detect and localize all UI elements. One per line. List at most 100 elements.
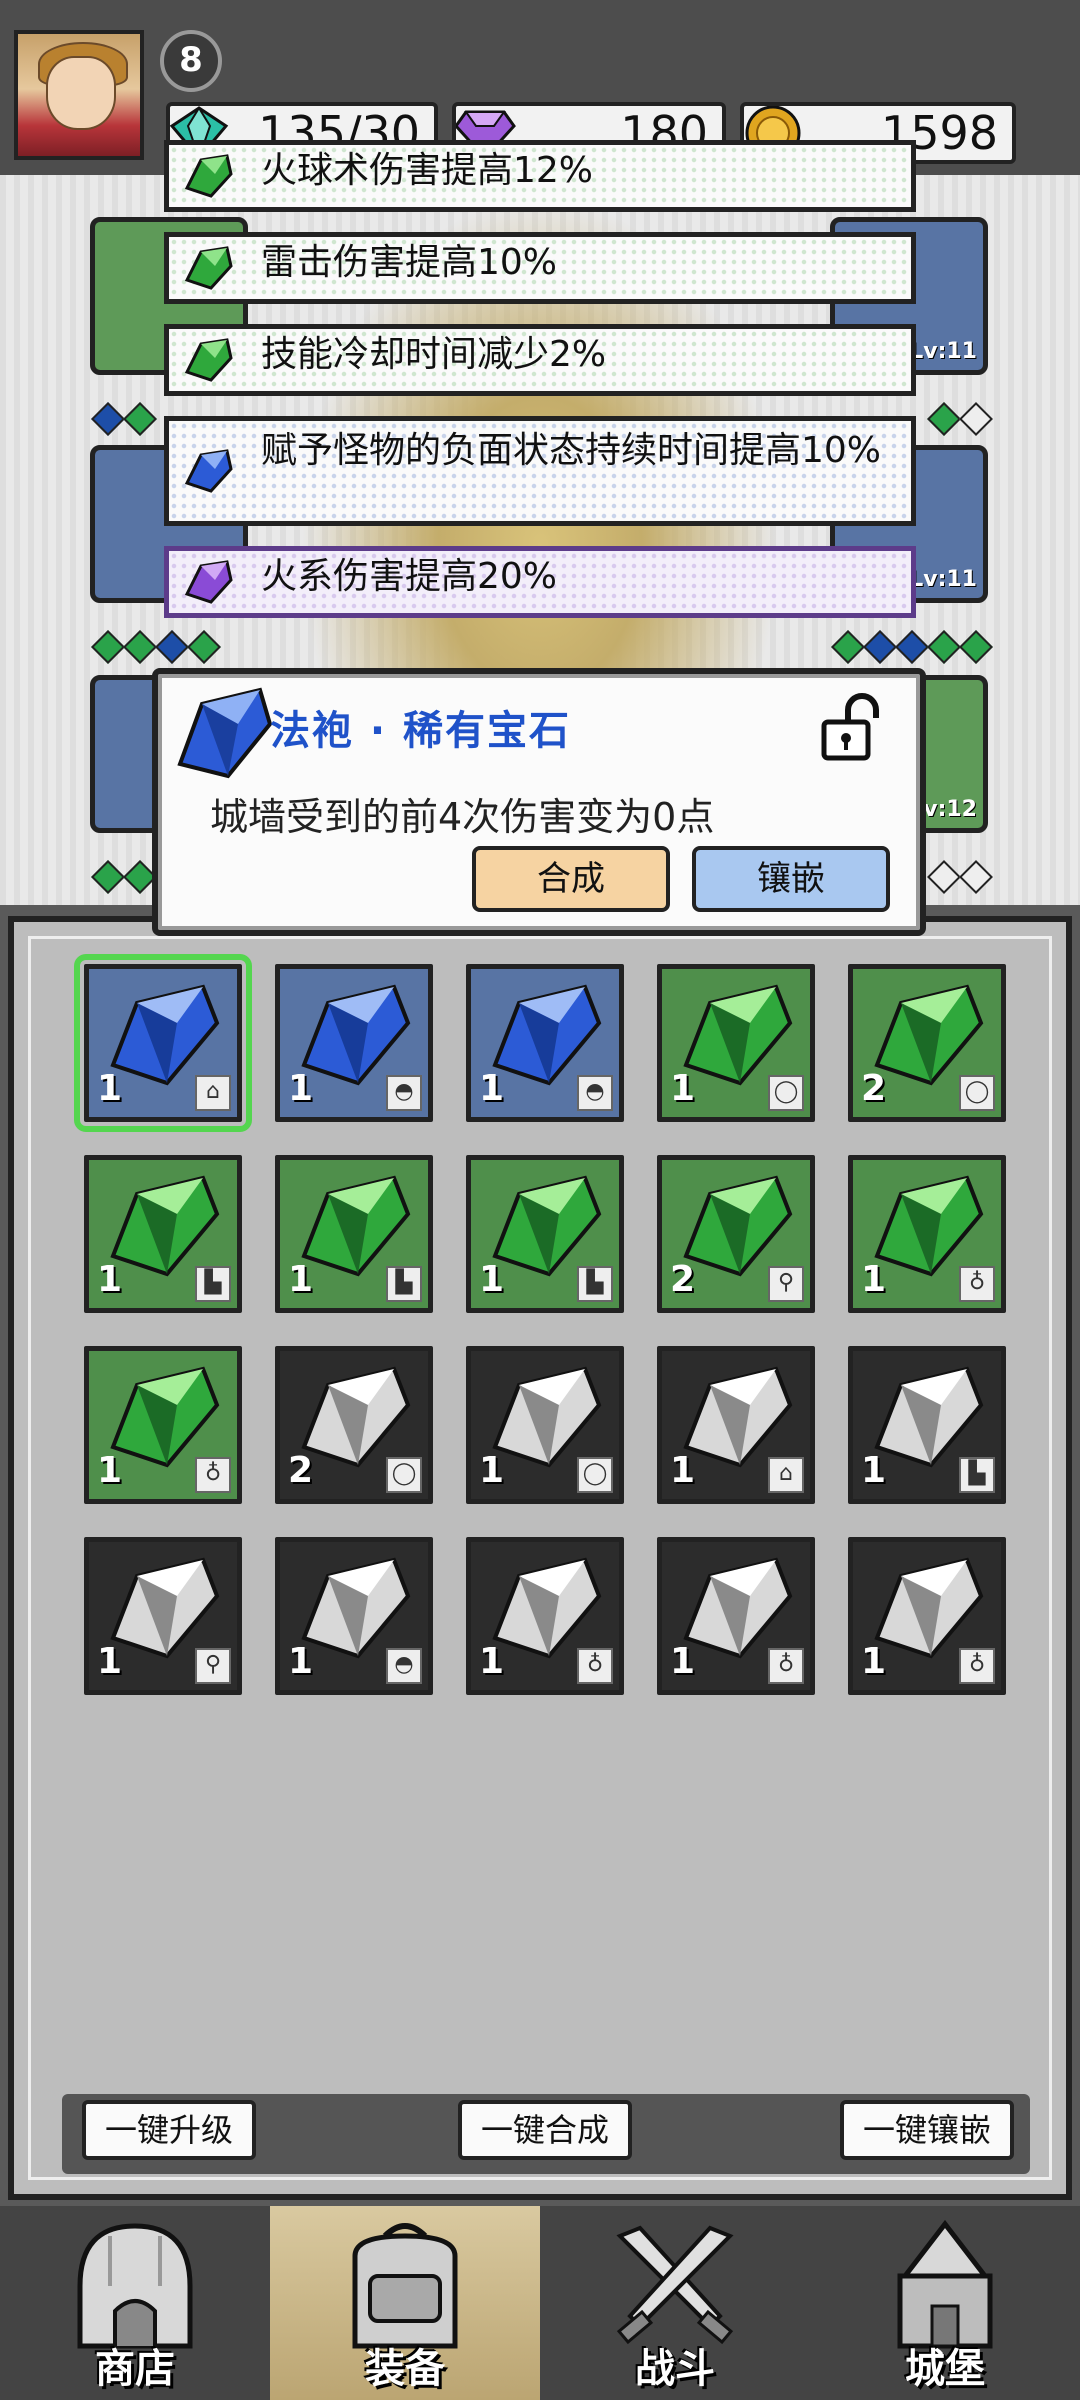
nav-label: 装备 xyxy=(365,2346,445,2392)
staff-icon: ⚲ xyxy=(195,1648,231,1684)
socket-gem xyxy=(123,630,157,664)
staff-icon: ⚲ xyxy=(768,1266,804,1302)
gem-title: 法袍 · 稀有宝石 xyxy=(270,708,572,754)
necklace-icon: ♁ xyxy=(195,1457,231,1493)
boots-icon: ▙ xyxy=(195,1266,231,1302)
gem-count: 1 xyxy=(97,1259,123,1300)
nav-label: 城堡 xyxy=(905,2346,985,2392)
necklace-icon: ♁ xyxy=(577,1648,613,1684)
gem-slot[interactable]: 1 ♁ xyxy=(848,1155,1006,1313)
gem-slot[interactable]: 1 ♁ xyxy=(657,1537,815,1695)
purple-gem-icon xyxy=(184,560,233,604)
gem-slot[interactable]: 1 ▙ xyxy=(84,1155,242,1313)
gem-slot[interactable]: 1 ◯ xyxy=(657,964,815,1122)
inventory-action-bar: 一键升级 一键合成 一键镶嵌 xyxy=(62,2094,1030,2174)
player-level-badge: 8 xyxy=(160,30,222,92)
gem-slot[interactable]: 1 ▙ xyxy=(275,1155,433,1313)
boots-icon: ▙ xyxy=(386,1266,422,1302)
socket-gem xyxy=(927,402,961,436)
gem-description: 城墙受到的前4次伤害变为0点 xyxy=(210,795,715,839)
gem-count: 2 xyxy=(670,1259,696,1300)
ring-icon: ◯ xyxy=(386,1457,422,1493)
crossed-swords-icon xyxy=(616,2225,734,2345)
hat-icon: ◓ xyxy=(577,1075,613,1111)
gem-count: 1 xyxy=(670,1068,696,1109)
bonus-item: 赋予怪物的负面状态持续时间提高10% xyxy=(164,416,916,526)
gem-slot[interactable]: 2 ◯ xyxy=(848,964,1006,1122)
merge-all-button[interactable]: 一键合成 xyxy=(458,2100,632,2160)
slot-level: Lv:11 xyxy=(909,339,977,364)
gem-count: 1 xyxy=(97,1450,123,1491)
inlay-button[interactable]: 镶嵌 xyxy=(692,846,890,912)
hat-icon: ◓ xyxy=(386,1648,422,1684)
gem-slot[interactable]: 1 ⌂ xyxy=(74,954,252,1132)
nav-tab-battle[interactable]: 战斗 xyxy=(540,2206,810,2400)
green-gem-icon xyxy=(184,154,233,198)
gem-slot[interactable]: 1 ⚲ xyxy=(84,1537,242,1695)
inlay-all-button[interactable]: 一键镶嵌 xyxy=(840,2100,1014,2160)
gem-count: 1 xyxy=(479,1068,505,1109)
ring-icon: ◯ xyxy=(959,1075,995,1111)
gem-slot[interactable]: 2 ◯ xyxy=(275,1346,433,1504)
green-gem-icon xyxy=(184,338,233,382)
necklace-icon: ♁ xyxy=(768,1648,804,1684)
socket-gem xyxy=(959,860,993,894)
gem-count: 1 xyxy=(97,1641,123,1682)
gem-slot[interactable]: 1 ▙ xyxy=(848,1346,1006,1504)
gem-slot[interactable]: 1 ◓ xyxy=(275,964,433,1122)
gem-slot[interactable]: 2 ⚲ xyxy=(657,1155,815,1313)
socket-gem xyxy=(187,630,221,664)
bonus-item: 火系伤害提高20% xyxy=(164,546,916,618)
gem-count: 1 xyxy=(288,1259,314,1300)
gem-slot[interactable]: 1 ▙ xyxy=(466,1155,624,1313)
hat-icon: ◓ xyxy=(386,1075,422,1111)
gem-slot[interactable]: 1 ♁ xyxy=(848,1537,1006,1695)
bonus-text: 火球术伤害提高12% xyxy=(261,150,594,191)
socket-gem xyxy=(123,402,157,436)
gem-inventory-panel: 1 ⌂ 1 ◓ 1 ◓ 1 ◯ 2 ◯ 1 ▙ 1 ▙ 1 ▙ 2 ⚲ 1 ♁ 1 ♁ 2 ◯ 1 ◯ 1 ⌂ 1 ▙ 1 ⚲ 1 ◓ 1 ♁ 1 ♁ 1 ♁… xyxy=(8,916,1072,2200)
bonus-item: 雷击伤害提高10% xyxy=(164,232,916,304)
upgrade-all-button[interactable]: 一键升级 xyxy=(82,2100,256,2160)
gem-slot[interactable]: 1 ◓ xyxy=(275,1537,433,1695)
bonus-item: 技能冷却时间减少2% xyxy=(164,324,916,396)
gem-detail-popup: 法袍 · 稀有宝石 城墙受到的前4次伤害变为0点 合成 镶嵌 xyxy=(152,668,926,936)
socket-gem xyxy=(155,630,189,664)
slot-level: Lv:11 xyxy=(909,567,977,592)
gem-count: 1 xyxy=(861,1259,887,1300)
ring-icon: ◯ xyxy=(577,1457,613,1493)
bonus-text: 雷击伤害提高10% xyxy=(261,242,558,283)
socket-gem xyxy=(895,630,929,664)
unlock-icon[interactable] xyxy=(818,692,882,764)
gem-count: 1 xyxy=(861,1450,887,1491)
socket-gem xyxy=(831,630,865,664)
gem-slot[interactable]: 1 ◯ xyxy=(466,1346,624,1504)
socket-gem xyxy=(927,630,961,664)
socket-gem xyxy=(959,630,993,664)
bottom-nav: 商店 装备 战斗 城堡 xyxy=(0,2206,1080,2400)
merge-button[interactable]: 合成 xyxy=(472,846,670,912)
socket-gem xyxy=(959,402,993,436)
nav-tab-castle[interactable]: 城堡 xyxy=(810,2206,1080,2400)
player-avatar[interactable] xyxy=(14,30,144,160)
ring-icon: ◯ xyxy=(768,1075,804,1111)
gem-count: 1 xyxy=(97,1068,123,1109)
gem-slot[interactable]: 1 ♁ xyxy=(84,1346,242,1504)
necklace-icon: ♁ xyxy=(959,1648,995,1684)
robe-icon: ⌂ xyxy=(768,1457,804,1493)
nav-tab-equipment[interactable]: 装备 xyxy=(270,2206,540,2400)
gem-count: 1 xyxy=(479,1259,505,1300)
gem-count: 1 xyxy=(288,1068,314,1109)
gem-count: 2 xyxy=(288,1450,314,1491)
green-gem-icon xyxy=(184,246,233,290)
nav-tab-shop[interactable]: 商店 xyxy=(0,2206,270,2400)
backpack-icon xyxy=(352,2223,458,2349)
gem-count: 1 xyxy=(670,1450,696,1491)
gem-count: 2 xyxy=(861,1068,887,1109)
gem-slot[interactable]: 1 ♁ xyxy=(466,1537,624,1695)
gem-count: 1 xyxy=(479,1641,505,1682)
gem-slot[interactable]: 1 ◓ xyxy=(466,964,624,1122)
boots-icon: ▙ xyxy=(959,1457,995,1493)
gem-slot[interactable]: 1 ⌂ xyxy=(657,1346,815,1504)
gem-count: 1 xyxy=(288,1641,314,1682)
blue-gem-icon xyxy=(184,449,233,493)
